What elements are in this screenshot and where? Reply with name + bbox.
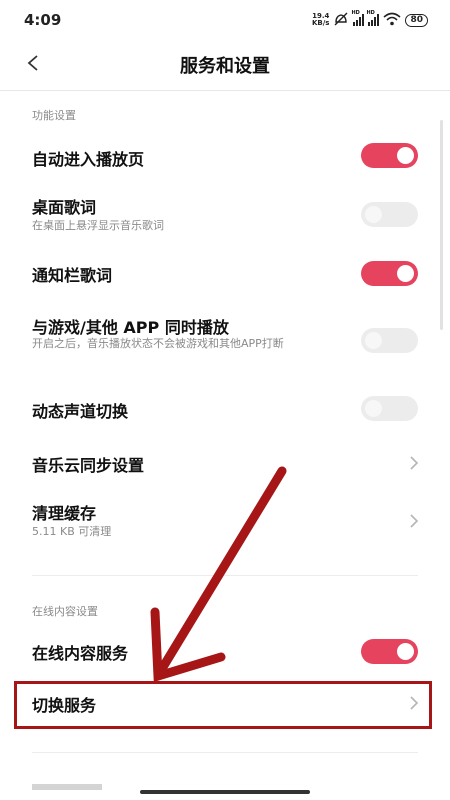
scrollbar[interactable] xyxy=(440,120,443,330)
home-indicator[interactable] xyxy=(140,790,310,794)
annotation-arrow xyxy=(150,466,287,682)
